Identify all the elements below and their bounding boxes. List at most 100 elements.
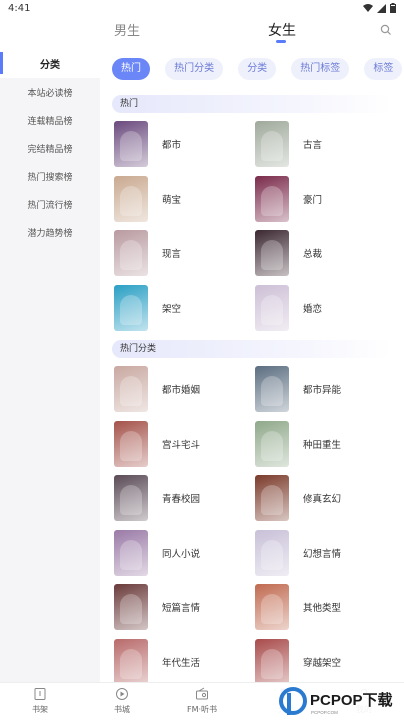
category-label: 修真玄幻 bbox=[303, 494, 342, 506]
category-item[interactable]: 古言 bbox=[255, 117, 396, 172]
category-item[interactable]: 青春校园 bbox=[114, 471, 255, 526]
category-item[interactable]: 豪门 bbox=[255, 172, 396, 227]
category-item[interactable]: 婚恋 bbox=[255, 281, 396, 336]
tab-active-indicator bbox=[276, 40, 286, 43]
category-label: 现言 bbox=[162, 249, 182, 261]
book-cover-image bbox=[114, 230, 148, 277]
section-header-hot-category: 热门分类 bbox=[112, 340, 392, 358]
book-cover-image bbox=[255, 284, 289, 331]
book-cover-image bbox=[114, 175, 148, 222]
chip-tags[interactable]: 标签 bbox=[364, 58, 403, 80]
filter-chips: 热门 热门分类 分类 热门标签 标签 bbox=[112, 56, 404, 82]
book-cover-image bbox=[114, 638, 148, 682]
sidebar-item-must-read[interactable]: 本站必读榜 bbox=[0, 78, 100, 106]
chip-hot-category[interactable]: 热门分类 bbox=[165, 58, 224, 80]
category-label: 婚恋 bbox=[303, 303, 323, 315]
status-bar: 4:41 bbox=[0, 0, 404, 16]
chip-hot[interactable]: 热门 bbox=[112, 58, 150, 80]
gender-tabs: 男生 女生 bbox=[0, 16, 404, 48]
watermark-text: PCPOP下载 bbox=[310, 691, 393, 709]
nav-bookshelf-label: 书架 bbox=[32, 705, 48, 714]
category-label: 都市 bbox=[162, 140, 182, 152]
category-label: 古言 bbox=[303, 140, 323, 152]
category-item[interactable]: 年代生活 bbox=[114, 635, 255, 682]
category-label: 宫斗宅斗 bbox=[162, 439, 201, 451]
nav-bookstore[interactable]: 书城 bbox=[92, 687, 152, 715]
hot-grid: 都市 古言萌宝 豪门现言 总裁架空 婚恋 bbox=[100, 117, 404, 335]
book-cover-image bbox=[114, 121, 148, 168]
category-item[interactable]: 都市 bbox=[114, 117, 255, 172]
bookstore-icon bbox=[116, 688, 128, 700]
category-label: 都市婚姻 bbox=[162, 385, 201, 397]
hot-category-grid: 都市婚姻 都市异能宫斗宅斗 种田重生青春校园 修真玄幻同人小说 幻想言情短篇言情 其他类型… bbox=[100, 362, 404, 682]
category-item[interactable]: 修真玄幻 bbox=[255, 471, 396, 526]
sidebar-item-hot-search[interactable]: 热门搜索榜 bbox=[0, 162, 100, 190]
nav-fm-label: FM·听书 bbox=[186, 705, 218, 714]
nav-fm[interactable]: FM·听书 bbox=[172, 687, 232, 715]
book-cover-image bbox=[255, 420, 289, 467]
tab-female[interactable]: 女生 bbox=[268, 20, 296, 40]
book-cover-image bbox=[255, 584, 289, 631]
book-cover-image bbox=[255, 529, 289, 576]
book-cover-image bbox=[255, 475, 289, 522]
category-label: 幻想言情 bbox=[303, 548, 342, 560]
signal-icon bbox=[377, 3, 386, 13]
search-icon[interactable] bbox=[380, 24, 392, 36]
sidebar-item-completed[interactable]: 完结精品榜 bbox=[0, 134, 100, 162]
category-label: 豪门 bbox=[303, 194, 323, 206]
status-icons bbox=[363, 3, 396, 13]
watermark-sub: PCPOP.COM bbox=[311, 710, 338, 715]
category-label: 短篇言情 bbox=[162, 603, 201, 615]
book-cover-image bbox=[114, 284, 148, 331]
category-item[interactable]: 穿越架空 bbox=[255, 635, 396, 682]
book-cover-image bbox=[255, 121, 289, 168]
sidebar-item-trending[interactable]: 热门流行榜 bbox=[0, 190, 100, 218]
category-label: 年代生活 bbox=[162, 657, 201, 669]
book-cover-image bbox=[114, 529, 148, 576]
category-label: 萌宝 bbox=[162, 194, 182, 206]
category-item[interactable]: 架空 bbox=[114, 281, 255, 336]
book-cover-image bbox=[114, 420, 148, 467]
battery-icon bbox=[390, 3, 396, 13]
chip-category[interactable]: 分类 bbox=[238, 58, 277, 80]
category-label: 架空 bbox=[162, 303, 182, 315]
book-cover-image bbox=[114, 366, 148, 413]
book-cover-image bbox=[114, 475, 148, 522]
sidebar: 分类 本站必读榜 连载精品榜 完结精品榜 热门搜索榜 热门流行榜 潜力趋势榜 bbox=[0, 48, 100, 682]
sidebar-item-potential[interactable]: 潜力趋势榜 bbox=[0, 218, 100, 246]
section-header-hot: 热门 bbox=[112, 95, 392, 113]
radio-icon bbox=[196, 687, 208, 700]
category-item[interactable]: 幻想言情 bbox=[255, 526, 396, 581]
chip-hot-tags[interactable]: 热门标签 bbox=[291, 58, 350, 80]
category-item[interactable]: 都市婚姻 bbox=[114, 362, 255, 417]
book-cover-image bbox=[114, 584, 148, 631]
book-cover-image bbox=[255, 638, 289, 682]
nav-bookshelf[interactable]: 书架 bbox=[10, 687, 70, 715]
category-item[interactable]: 短篇言情 bbox=[114, 580, 255, 635]
book-cover-image bbox=[255, 366, 289, 413]
category-item[interactable]: 宫斗宅斗 bbox=[114, 417, 255, 472]
category-item[interactable]: 同人小说 bbox=[114, 526, 255, 581]
sidebar-item-category[interactable]: 分类 bbox=[0, 48, 100, 78]
status-time: 4:41 bbox=[8, 2, 31, 14]
category-content: 热门 都市 古言萌宝 豪门现言 总裁架空 婚恋 热门分类 都市婚姻 都市异能宫斗宅斗 种田重… bbox=[100, 90, 404, 682]
tab-male[interactable]: 男生 bbox=[114, 20, 140, 39]
category-item[interactable]: 萌宝 bbox=[114, 172, 255, 227]
nav-bookstore-label: 书城 bbox=[114, 705, 130, 714]
category-item[interactable]: 其他类型 bbox=[255, 580, 396, 635]
sidebar-item-serial[interactable]: 连载精品榜 bbox=[0, 106, 100, 134]
category-item[interactable]: 种田重生 bbox=[255, 417, 396, 472]
category-label: 种田重生 bbox=[303, 439, 342, 451]
category-label: 穿越架空 bbox=[303, 657, 342, 669]
wifi-icon bbox=[363, 3, 373, 12]
book-cover-image bbox=[255, 230, 289, 277]
watermark-logo: PCPOP下载 PCPOP.COM bbox=[276, 683, 404, 720]
category-label: 都市异能 bbox=[303, 385, 342, 397]
category-label: 总裁 bbox=[303, 249, 323, 261]
category-item[interactable]: 总裁 bbox=[255, 226, 396, 281]
category-item[interactable]: 现言 bbox=[114, 226, 255, 281]
category-label: 青春校园 bbox=[162, 494, 201, 506]
category-item[interactable]: 都市异能 bbox=[255, 362, 396, 417]
book-cover-image bbox=[255, 175, 289, 222]
category-label: 其他类型 bbox=[303, 603, 342, 615]
